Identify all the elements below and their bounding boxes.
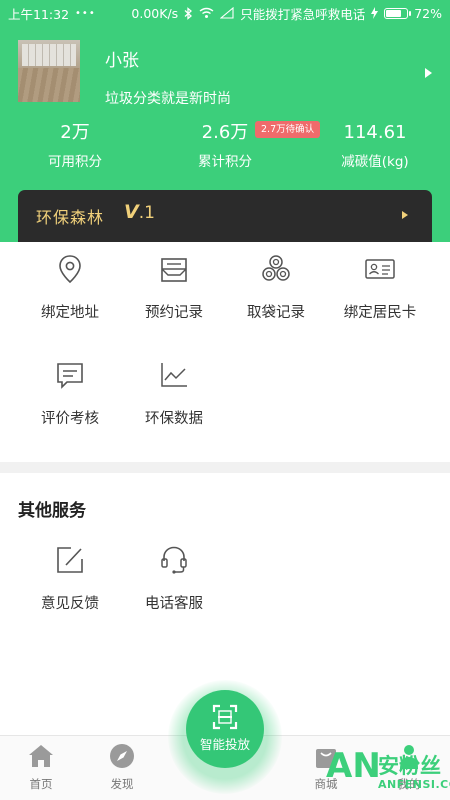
grid-item-label: 预约记录 [145, 305, 203, 321]
grid-item-label: 意见反馈 [41, 596, 99, 612]
avatar[interactable] [18, 40, 80, 102]
grid-item-label: 绑定居民卡 [343, 305, 417, 321]
stat-value: 114.61 [343, 122, 407, 143]
points-stats: 2万 可用积分 2.6万 累计积分 114.61 减碳值(kg) [0, 118, 450, 178]
grid-item-label: 环保数据 [145, 411, 203, 427]
grid-item-label: 取袋记录 [247, 305, 305, 321]
user-name: 小张 [105, 51, 139, 71]
line-chart-icon [161, 363, 187, 387]
forest-level: V.1 [124, 201, 155, 223]
grid-item-evaluation[interactable]: 评价考核 [14, 359, 126, 428]
grid-item-feedback[interactable]: 意见反馈 [14, 544, 126, 613]
site-watermark: AN 安粉丝 ANFENSI.COM [326, 744, 450, 798]
headset-icon [161, 546, 187, 574]
resident-card-icon [365, 259, 395, 279]
section-divider [0, 462, 450, 473]
grid-item-appointment-records[interactable]: 预约记录 [118, 253, 230, 322]
status-dots-icon: ••• [75, 7, 96, 19]
nav-home[interactable]: 首页 [6, 742, 76, 792]
comment-icon [57, 363, 83, 389]
grid-item-phone-service[interactable]: 电话客服 [118, 544, 230, 613]
grid-item-label: 绑定地址 [41, 305, 99, 321]
appointment-record-icon [161, 258, 187, 282]
bluetooth-icon [184, 6, 193, 20]
home-icon [29, 745, 53, 767]
location-pin-icon [59, 255, 81, 284]
user-motto: 垃圾分类就是新时尚 [105, 91, 231, 107]
stat-label: 可用积分 [48, 154, 102, 170]
profile-header[interactable]: 小张 垃圾分类就是新时尚 [18, 40, 438, 107]
charging-icon [371, 7, 379, 19]
smart-disposal-button[interactable]: 智能投放 [186, 690, 264, 768]
eco-forest-card[interactable]: 环保森林 V.1 [18, 190, 432, 242]
grid-item-eco-data[interactable]: 环保数据 [118, 359, 230, 428]
stat-value: 2万 [60, 122, 90, 143]
watermark-url: ANFENSI.COM [378, 778, 450, 791]
status-time: 上午11:32 [8, 6, 70, 22]
nav-label: 首页 [29, 777, 53, 791]
chevron-right-icon[interactable] [425, 68, 432, 78]
watermark-chinese: 安粉丝 [378, 754, 441, 778]
pending-points-badge: 2.7万待确认 [255, 121, 321, 138]
chevron-right-icon [402, 211, 408, 219]
forest-title: 环保森林 [36, 208, 105, 227]
network-speed: 0.00K/s [131, 5, 179, 21]
scan-icon [212, 704, 238, 730]
feedback-edit-icon [57, 547, 83, 573]
grid-item-bind-address[interactable]: 绑定地址 [14, 253, 126, 322]
grid-item-bag-pickup-records[interactable]: 取袋记录 [220, 253, 332, 322]
status-bar: 上午11:32 ••• 0.00K/s 只能拨打紧急呼救电话 72% [0, 0, 450, 26]
level-number: .1 [138, 203, 155, 223]
battery-percent: 72% [414, 5, 442, 21]
watermark-logo: AN [326, 746, 381, 786]
grid-item-bind-resident-card[interactable]: 绑定居民卡 [324, 253, 436, 322]
nav-discover[interactable]: 发现 [87, 742, 157, 792]
stat-available-points[interactable]: 2万 可用积分 [0, 118, 150, 170]
bag-rolls-icon [262, 255, 290, 281]
level-letter: V [124, 201, 139, 223]
compass-icon [110, 744, 134, 768]
center-button-label: 智能投放 [199, 737, 250, 752]
stat-label: 累计积分 [198, 154, 252, 170]
other-services-title: 其他服务 [18, 501, 86, 521]
carrier-text: 只能拨打紧急呼救电话 [240, 6, 366, 22]
battery-icon [384, 7, 412, 19]
wifi-icon [199, 7, 214, 18]
stat-label: 减碳值(kg) [341, 154, 409, 170]
signal-icon [220, 7, 234, 19]
nav-label: 发现 [110, 777, 134, 791]
grid-item-label: 电话客服 [145, 596, 203, 612]
stat-carbon-reduction[interactable]: 114.61 减碳值(kg) [300, 118, 450, 170]
battery-level [386, 9, 401, 17]
grid-item-label: 评价考核 [41, 411, 99, 427]
